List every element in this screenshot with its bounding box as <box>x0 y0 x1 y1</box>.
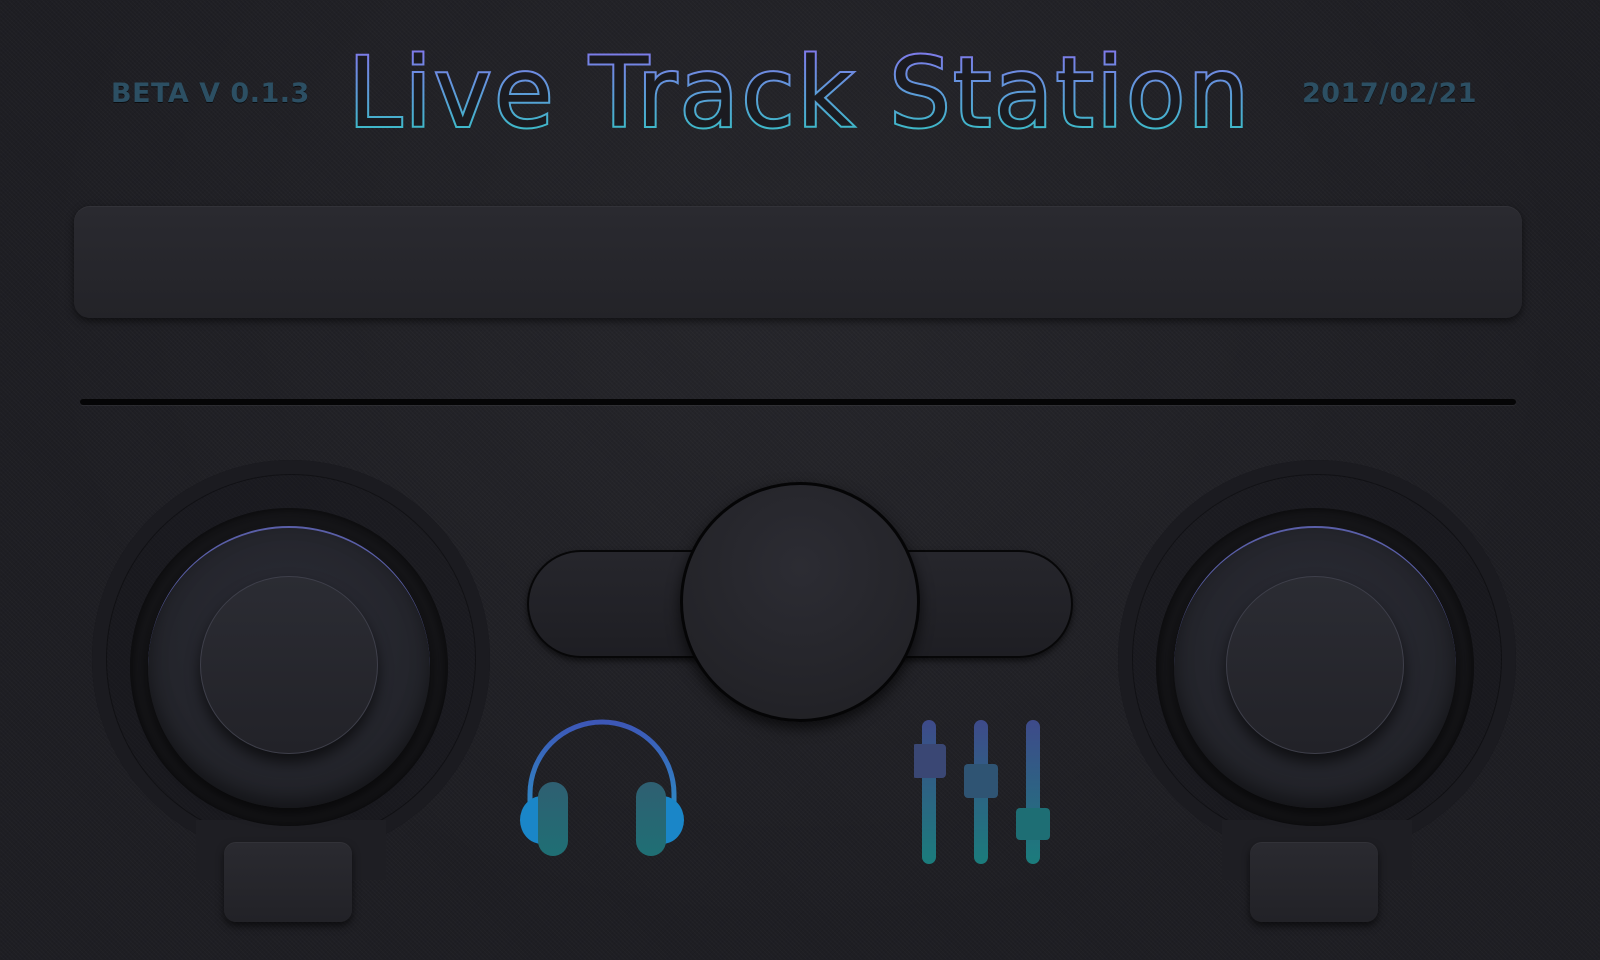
jog-wheel-cap-right[interactable] <box>1226 576 1404 754</box>
app-window: BETA V 0.1.3 Live Track Station 2017/02/… <box>0 0 1600 960</box>
sliders-icon[interactable] <box>914 720 1074 880</box>
deck-right <box>1112 460 1522 940</box>
app-title: Live Track Station <box>346 35 1252 151</box>
track-display-panel <box>74 206 1522 318</box>
version-label: BETA V 0.1.3 <box>111 78 310 109</box>
app-title-text: Live Track Station <box>348 37 1252 149</box>
deck-button-right[interactable] <box>1250 842 1378 922</box>
deck-button-left[interactable] <box>224 842 352 922</box>
headphones-icon[interactable] <box>516 716 688 876</box>
deck-left <box>86 460 496 940</box>
jog-wheel-cap-left[interactable] <box>200 576 378 754</box>
crossfader-track[interactable] <box>80 399 1516 405</box>
release-date: 2017/02/21 <box>1302 78 1478 109</box>
play-button[interactable] <box>680 482 920 722</box>
